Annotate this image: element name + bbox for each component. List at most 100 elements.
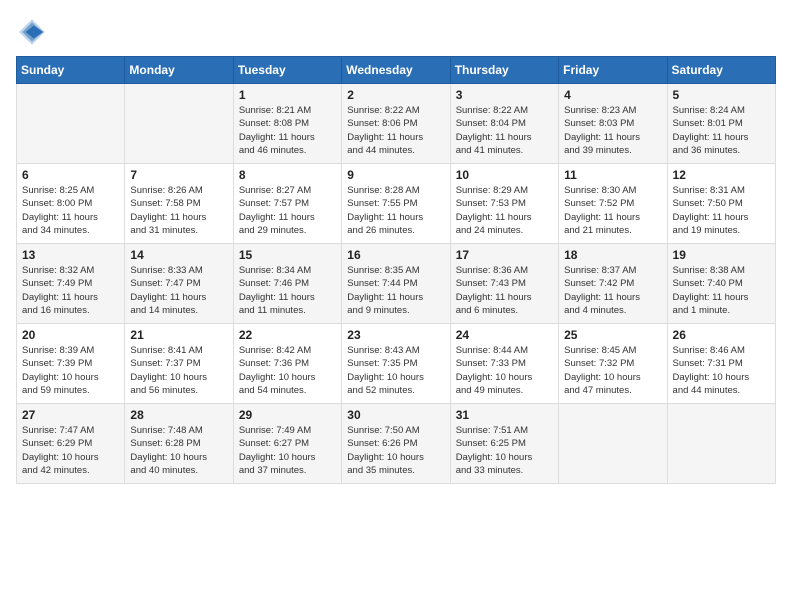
day-info: Sunrise: 8:45 AM Sunset: 7:32 PM Dayligh…	[564, 344, 661, 397]
day-number: 8	[239, 168, 336, 182]
day-info: Sunrise: 8:43 AM Sunset: 7:35 PM Dayligh…	[347, 344, 444, 397]
day-number: 30	[347, 408, 444, 422]
day-number: 26	[673, 328, 770, 342]
day-number: 5	[673, 88, 770, 102]
calendar-table: SundayMondayTuesdayWednesdayThursdayFrid…	[16, 56, 776, 484]
calendar-cell: 8 Sunrise: 8:27 AM Sunset: 7:57 PM Daylig…	[233, 164, 341, 244]
calendar-cell: 11 Sunrise: 8:30 AM Sunset: 7:52 PM Dayli…	[559, 164, 667, 244]
day-number: 14	[130, 248, 227, 262]
day-info: Sunrise: 7:49 AM Sunset: 6:27 PM Dayligh…	[239, 424, 336, 477]
day-info: Sunrise: 7:51 AM Sunset: 6:25 PM Dayligh…	[456, 424, 553, 477]
calendar-cell: 17 Sunrise: 8:36 AM Sunset: 7:43 PM Dayli…	[450, 244, 558, 324]
calendar-week-3: 13 Sunrise: 8:32 AM Sunset: 7:49 PM Dayli…	[17, 244, 776, 324]
day-info: Sunrise: 8:26 AM Sunset: 7:58 PM Dayligh…	[130, 184, 227, 237]
calendar-cell: 1 Sunrise: 8:21 AM Sunset: 8:08 PM Daylig…	[233, 84, 341, 164]
header-day-tuesday: Tuesday	[233, 57, 341, 84]
header-day-saturday: Saturday	[667, 57, 775, 84]
day-number: 20	[22, 328, 119, 342]
day-number: 7	[130, 168, 227, 182]
calendar-cell: 28 Sunrise: 7:48 AM Sunset: 6:28 PM Dayli…	[125, 404, 233, 484]
day-number: 17	[456, 248, 553, 262]
calendar-cell: 4 Sunrise: 8:23 AM Sunset: 8:03 PM Daylig…	[559, 84, 667, 164]
calendar-cell: 13 Sunrise: 8:32 AM Sunset: 7:49 PM Dayli…	[17, 244, 125, 324]
calendar-cell: 9 Sunrise: 8:28 AM Sunset: 7:55 PM Daylig…	[342, 164, 450, 244]
day-number: 3	[456, 88, 553, 102]
calendar-week-5: 27 Sunrise: 7:47 AM Sunset: 6:29 PM Dayli…	[17, 404, 776, 484]
calendar-cell: 26 Sunrise: 8:46 AM Sunset: 7:31 PM Dayli…	[667, 324, 775, 404]
day-number: 21	[130, 328, 227, 342]
calendar-cell: 25Sunrise: 8:45 AM Sunset: 7:32 PM Dayli…	[559, 324, 667, 404]
day-number: 9	[347, 168, 444, 182]
calendar-cell: 30Sunrise: 7:50 AM Sunset: 6:26 PM Dayli…	[342, 404, 450, 484]
day-number: 4	[564, 88, 661, 102]
calendar-cell: 12 Sunrise: 8:31 AM Sunset: 7:50 PM Dayli…	[667, 164, 775, 244]
day-info: Sunrise: 8:27 AM Sunset: 7:57 PM Dayligh…	[239, 184, 336, 237]
header-day-sunday: Sunday	[17, 57, 125, 84]
day-number: 12	[673, 168, 770, 182]
calendar-cell: 27 Sunrise: 7:47 AM Sunset: 6:29 PM Dayli…	[17, 404, 125, 484]
day-number: 18	[564, 248, 661, 262]
day-info: Sunrise: 8:36 AM Sunset: 7:43 PM Dayligh…	[456, 264, 553, 317]
day-info: Sunrise: 8:31 AM Sunset: 7:50 PM Dayligh…	[673, 184, 770, 237]
calendar-cell: 3Sunrise: 8:22 AM Sunset: 8:04 PM Daylig…	[450, 84, 558, 164]
day-info: Sunrise: 8:29 AM Sunset: 7:53 PM Dayligh…	[456, 184, 553, 237]
day-info: Sunrise: 8:34 AM Sunset: 7:46 PM Dayligh…	[239, 264, 336, 317]
calendar-cell: 10Sunrise: 8:29 AM Sunset: 7:53 PM Dayli…	[450, 164, 558, 244]
calendar-cell: 14 Sunrise: 8:33 AM Sunset: 7:47 PM Dayli…	[125, 244, 233, 324]
day-number: 15	[239, 248, 336, 262]
day-info: Sunrise: 8:22 AM Sunset: 8:06 PM Dayligh…	[347, 104, 444, 157]
day-number: 13	[22, 248, 119, 262]
day-number: 1	[239, 88, 336, 102]
calendar-cell	[667, 404, 775, 484]
calendar-cell: 24 Sunrise: 8:44 AM Sunset: 7:33 PM Dayli…	[450, 324, 558, 404]
calendar-cell: 2Sunrise: 8:22 AM Sunset: 8:06 PM Daylig…	[342, 84, 450, 164]
calendar-cell: 29 Sunrise: 7:49 AM Sunset: 6:27 PM Dayli…	[233, 404, 341, 484]
calendar-cell	[17, 84, 125, 164]
day-info: Sunrise: 8:41 AM Sunset: 7:37 PM Dayligh…	[130, 344, 227, 397]
day-info: Sunrise: 8:46 AM Sunset: 7:31 PM Dayligh…	[673, 344, 770, 397]
day-number: 11	[564, 168, 661, 182]
calendar-cell: 5 Sunrise: 8:24 AM Sunset: 8:01 PM Daylig…	[667, 84, 775, 164]
day-number: 29	[239, 408, 336, 422]
calendar-cell: 7 Sunrise: 8:26 AM Sunset: 7:58 PM Daylig…	[125, 164, 233, 244]
day-info: Sunrise: 7:47 AM Sunset: 6:29 PM Dayligh…	[22, 424, 119, 477]
calendar-cell: 16 Sunrise: 8:35 AM Sunset: 7:44 PM Dayli…	[342, 244, 450, 324]
calendar-cell: 18 Sunrise: 8:37 AM Sunset: 7:42 PM Dayli…	[559, 244, 667, 324]
header-day-monday: Monday	[125, 57, 233, 84]
calendar-cell	[559, 404, 667, 484]
header-day-friday: Friday	[559, 57, 667, 84]
calendar-week-2: 6Sunrise: 8:25 AM Sunset: 8:00 PM Daylig…	[17, 164, 776, 244]
calendar-cell: 22Sunrise: 8:42 AM Sunset: 7:36 PM Dayli…	[233, 324, 341, 404]
day-number: 24	[456, 328, 553, 342]
day-number: 16	[347, 248, 444, 262]
calendar-cell: 23Sunrise: 8:43 AM Sunset: 7:35 PM Dayli…	[342, 324, 450, 404]
calendar-header-row: SundayMondayTuesdayWednesdayThursdayFrid…	[17, 57, 776, 84]
day-info: Sunrise: 8:21 AM Sunset: 8:08 PM Dayligh…	[239, 104, 336, 157]
day-number: 27	[22, 408, 119, 422]
day-info: Sunrise: 8:44 AM Sunset: 7:33 PM Dayligh…	[456, 344, 553, 397]
day-info: Sunrise: 8:24 AM Sunset: 8:01 PM Dayligh…	[673, 104, 770, 157]
day-info: Sunrise: 8:33 AM Sunset: 7:47 PM Dayligh…	[130, 264, 227, 317]
day-number: 22	[239, 328, 336, 342]
calendar-cell: 20Sunrise: 8:39 AM Sunset: 7:39 PM Dayli…	[17, 324, 125, 404]
day-number: 28	[130, 408, 227, 422]
calendar-cell: 6Sunrise: 8:25 AM Sunset: 8:00 PM Daylig…	[17, 164, 125, 244]
day-info: Sunrise: 8:37 AM Sunset: 7:42 PM Dayligh…	[564, 264, 661, 317]
calendar-week-4: 20Sunrise: 8:39 AM Sunset: 7:39 PM Dayli…	[17, 324, 776, 404]
day-info: Sunrise: 8:32 AM Sunset: 7:49 PM Dayligh…	[22, 264, 119, 317]
day-info: Sunrise: 8:38 AM Sunset: 7:40 PM Dayligh…	[673, 264, 770, 317]
calendar-cell	[125, 84, 233, 164]
day-info: Sunrise: 8:28 AM Sunset: 7:55 PM Dayligh…	[347, 184, 444, 237]
logo	[16, 16, 52, 48]
logo-icon	[16, 16, 48, 48]
day-info: Sunrise: 8:30 AM Sunset: 7:52 PM Dayligh…	[564, 184, 661, 237]
day-info: Sunrise: 8:35 AM Sunset: 7:44 PM Dayligh…	[347, 264, 444, 317]
calendar-cell: 15 Sunrise: 8:34 AM Sunset: 7:46 PM Dayli…	[233, 244, 341, 324]
calendar-cell: 19Sunrise: 8:38 AM Sunset: 7:40 PM Dayli…	[667, 244, 775, 324]
header-day-wednesday: Wednesday	[342, 57, 450, 84]
day-info: Sunrise: 7:48 AM Sunset: 6:28 PM Dayligh…	[130, 424, 227, 477]
calendar-week-1: 1 Sunrise: 8:21 AM Sunset: 8:08 PM Daylig…	[17, 84, 776, 164]
day-info: Sunrise: 8:23 AM Sunset: 8:03 PM Dayligh…	[564, 104, 661, 157]
calendar-cell: 31Sunrise: 7:51 AM Sunset: 6:25 PM Dayli…	[450, 404, 558, 484]
day-number: 6	[22, 168, 119, 182]
